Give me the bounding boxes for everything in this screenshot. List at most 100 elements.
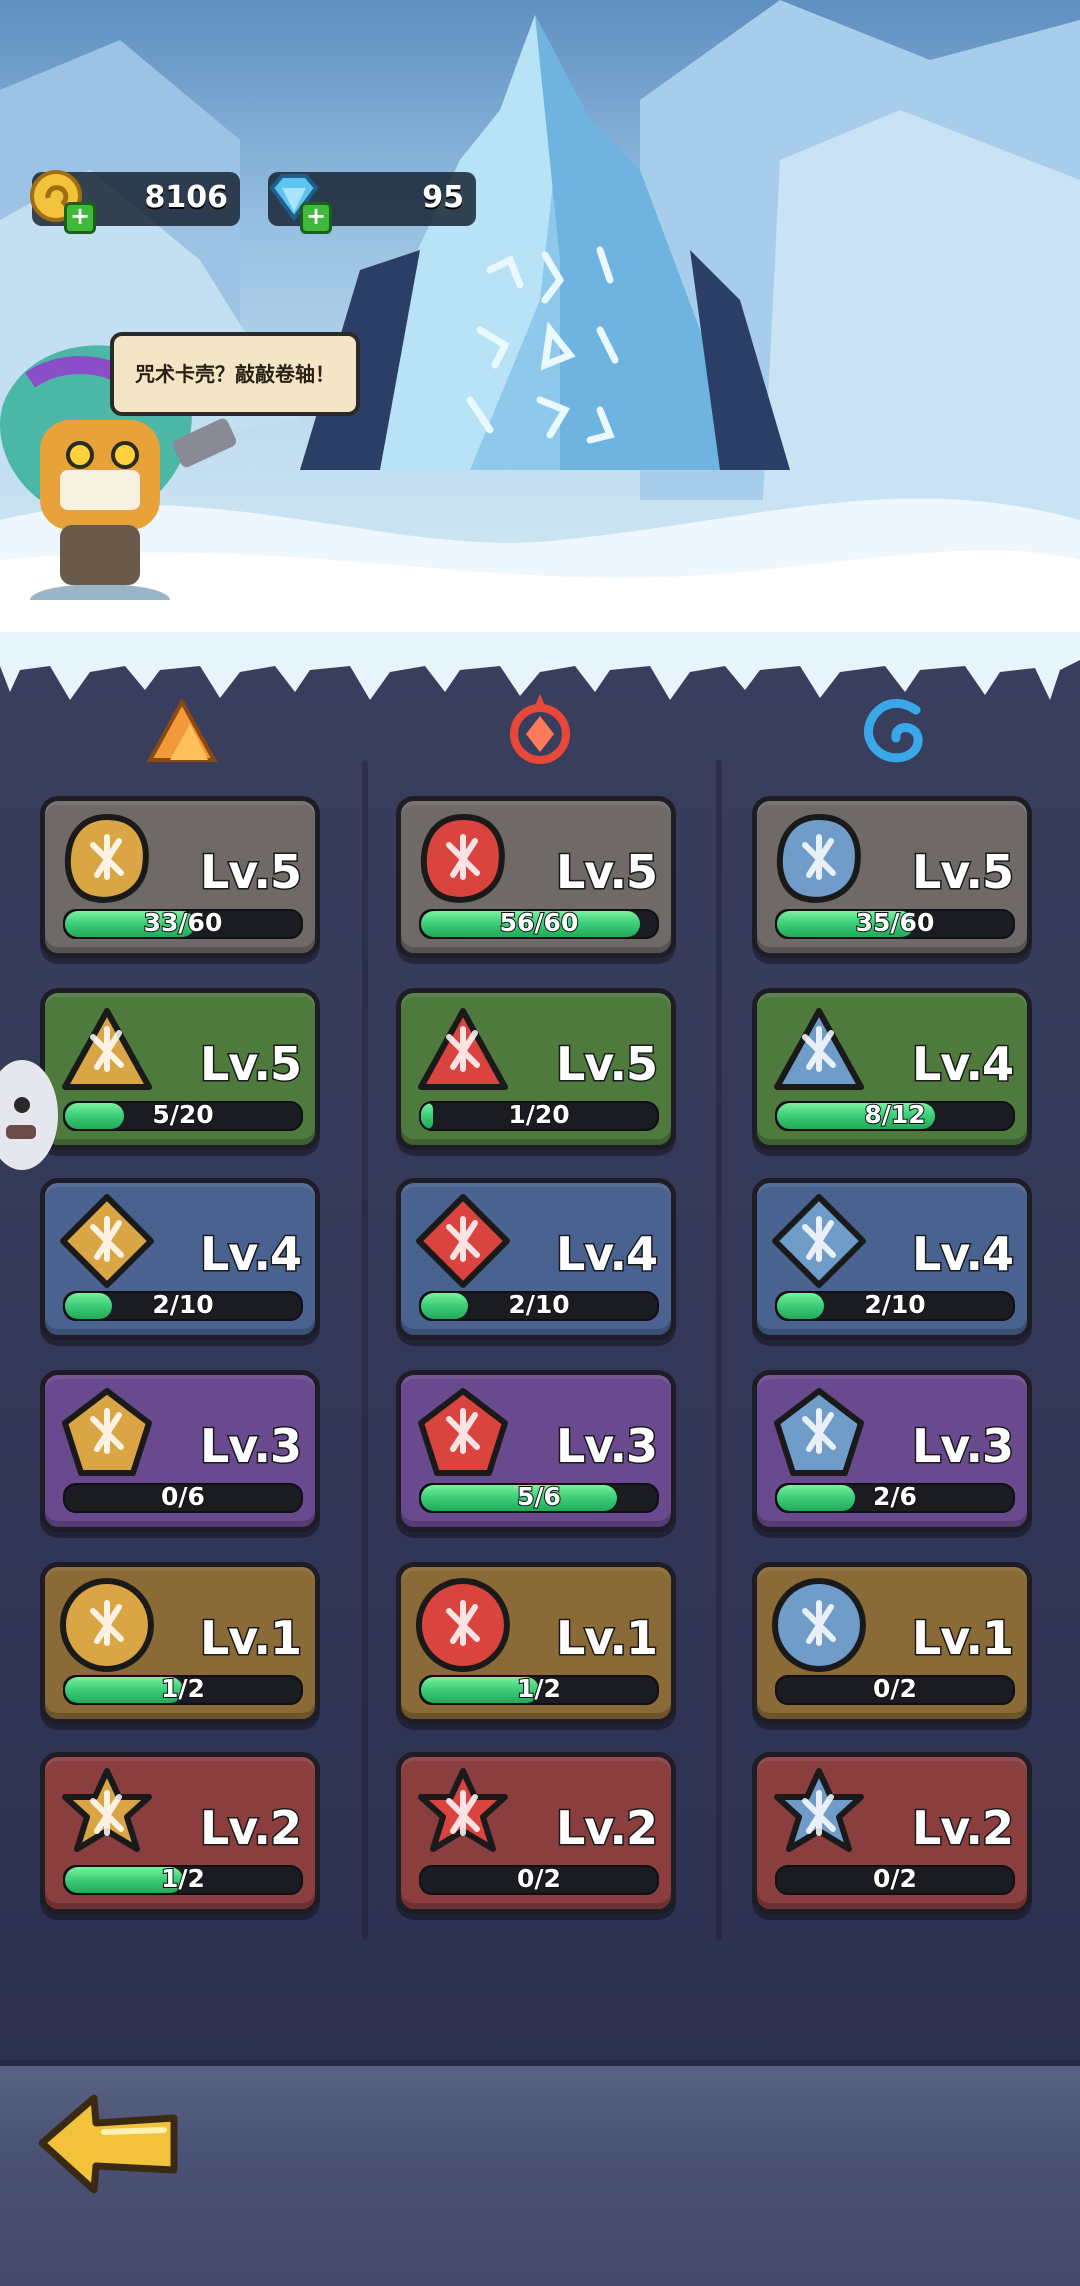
card-progress-text: 2/10 — [151, 1291, 214, 1319]
card-progress-bar: 2/10 — [419, 1291, 659, 1321]
rune-card-fire-row4[interactable]: Lv.3 5/6 — [396, 1370, 676, 1532]
card-progress-text: 1/2 — [516, 1675, 562, 1703]
card-level: Lv.5 — [554, 1036, 659, 1093]
card-level: Lv.1 — [554, 1610, 659, 1667]
card-level: Lv.4 — [198, 1226, 303, 1283]
card-progress-text: 56/60 — [499, 909, 580, 937]
card-progress-bar: 0/2 — [775, 1675, 1015, 1705]
card-progress-text: 1/20 — [507, 1101, 570, 1129]
rune-card-earth-row3[interactable]: Lv.4 2/10 — [40, 1178, 320, 1340]
ice-mountain-scene: + 8106 + 95 咒术卡壳？敲敲卷轴！ — [0, 0, 1080, 700]
mountain-icon — [146, 697, 218, 762]
rune-card-water-row5[interactable]: Lv.1 0/2 — [752, 1562, 1032, 1724]
fire-wave-rune-icon — [416, 1194, 510, 1288]
card-level: Lv.5 — [910, 844, 1015, 901]
card-level: Lv.3 — [910, 1418, 1015, 1475]
add-gold-button[interactable]: + — [64, 202, 96, 234]
gem-amount: 95 — [422, 180, 464, 215]
card-level: Lv.4 — [910, 1226, 1015, 1283]
card-level: Lv.2 — [198, 1800, 303, 1857]
card-level: Lv.5 — [554, 844, 659, 901]
rune-card-water-row1[interactable]: Lv.5 35/60 — [752, 796, 1032, 958]
card-progress-bar: 56/60 — [419, 909, 659, 939]
earth-flame-rune-icon — [62, 1768, 152, 1852]
card-level: Lv.4 — [910, 1036, 1015, 1093]
rune-card-fire-row1[interactable]: Lv.5 56/60 — [396, 796, 676, 958]
card-progress-bar: 35/60 — [775, 909, 1015, 939]
card-progress-bar: 1/20 — [419, 1101, 659, 1131]
water-wave-rune-icon — [774, 1768, 864, 1852]
rune-card-fire-row3[interactable]: Lv.4 2/10 — [396, 1178, 676, 1340]
fire-tornado-rune-icon — [416, 1578, 510, 1672]
card-progress-bar: 5/20 — [63, 1101, 303, 1131]
card-level: Lv.5 — [198, 1036, 303, 1093]
card-level: Lv.4 — [554, 1226, 659, 1283]
rune-card-earth-row5[interactable]: Lv.1 1/2 — [40, 1562, 320, 1724]
card-level: Lv.5 — [198, 844, 303, 901]
card-progress-bar: 2/10 — [775, 1291, 1015, 1321]
flame-scroll-icon — [420, 814, 505, 903]
ice-shard-rune-icon — [772, 1194, 866, 1288]
card-progress-bar: 2/10 — [63, 1291, 303, 1321]
card-level: Lv.3 — [554, 1418, 659, 1475]
card-progress-text: 33/60 — [143, 909, 224, 937]
gem-counter[interactable]: + 95 — [268, 172, 476, 234]
card-level: Lv.1 — [910, 1610, 1015, 1667]
card-progress-bar: 2/6 — [775, 1483, 1015, 1513]
card-progress-text: 1/2 — [160, 1865, 206, 1893]
card-progress-bar: 5/6 — [419, 1483, 659, 1513]
card-progress-text: 0/2 — [516, 1865, 562, 1893]
claw-scroll-icon — [64, 814, 149, 903]
rock-fist-rune-icon — [62, 1008, 152, 1090]
fire-meteor-rune-icon — [418, 1768, 508, 1852]
snowflake-rune-icon — [774, 1388, 864, 1476]
rune-card-fire-row5[interactable]: Lv.1 1/2 — [396, 1562, 676, 1724]
rune-card-water-row6[interactable]: Lv.2 0/2 — [752, 1752, 1032, 1914]
rune-card-fire-row2[interactable]: Lv.5 1/20 — [396, 988, 676, 1150]
card-level: Lv.2 — [910, 1800, 1015, 1857]
rune-card-earth-row4[interactable]: Lv.3 0/6 — [40, 1370, 320, 1532]
card-level: Lv.3 — [198, 1418, 303, 1475]
card-progress-bar: 0/2 — [775, 1865, 1015, 1895]
speech-bubble-text: 咒术卡壳？敲敲卷轴！ — [135, 362, 335, 386]
card-progress-bar: 0/2 — [419, 1865, 659, 1895]
earth-spike-rune-icon — [60, 1578, 154, 1672]
card-progress-text: 0/6 — [160, 1483, 206, 1511]
yeti-character — [0, 1060, 58, 1170]
card-progress-text: 8/12 — [863, 1101, 926, 1129]
boulder-rune-icon — [60, 1194, 154, 1288]
gold-counter[interactable]: + 8106 — [30, 170, 240, 234]
rune-card-water-row2[interactable]: Lv.4 8/12 — [752, 988, 1032, 1150]
rune-card-water-row4[interactable]: Lv.3 2/6 — [752, 1370, 1032, 1532]
card-progress-text: 2/10 — [507, 1291, 570, 1319]
fire-burst-rune-icon — [418, 1388, 508, 1476]
gold-amount: 8106 — [144, 180, 229, 215]
water-swirl-icon — [864, 699, 923, 763]
rune-card-earth-row1[interactable]: Lv.5 33/60 — [40, 796, 320, 958]
rune-card-water-row3[interactable]: Lv.4 2/10 — [752, 1178, 1032, 1340]
fire-rune-triangle-icon — [418, 1008, 508, 1090]
rune-card-fire-row6[interactable]: Lv.2 0/2 — [396, 1752, 676, 1914]
rune-card-earth-row2[interactable]: Lv.5 5/20 — [40, 988, 320, 1150]
card-progress-bar: 1/2 — [419, 1675, 659, 1705]
rune-card-earth-row6[interactable]: Lv.2 1/2 — [40, 1752, 320, 1914]
water-drop-rune-icon — [774, 1008, 864, 1090]
card-progress-bar: 33/60 — [63, 909, 303, 939]
card-progress-text: 5/20 — [151, 1101, 214, 1129]
back-arrow-icon[interactable] — [34, 2088, 184, 2198]
add-gems-button[interactable]: + — [300, 202, 332, 234]
card-level: Lv.2 — [554, 1800, 659, 1857]
card-progress-text: 2/6 — [872, 1483, 918, 1511]
card-progress-bar: 0/6 — [63, 1483, 303, 1513]
card-progress-text: 0/2 — [872, 1675, 918, 1703]
card-progress-bar: 1/2 — [63, 1865, 303, 1895]
column-divider — [362, 760, 368, 1940]
card-progress-text: 5/6 — [516, 1483, 562, 1511]
ice-drop-scroll-icon — [776, 814, 861, 903]
ice-crystal-rune-icon — [772, 1578, 866, 1672]
column-divider — [716, 760, 722, 1940]
stone-hand-rune-icon — [62, 1388, 152, 1476]
card-progress-text: 0/2 — [872, 1865, 918, 1893]
card-progress-text: 35/60 — [855, 909, 936, 937]
card-progress-bar: 1/2 — [63, 1675, 303, 1705]
